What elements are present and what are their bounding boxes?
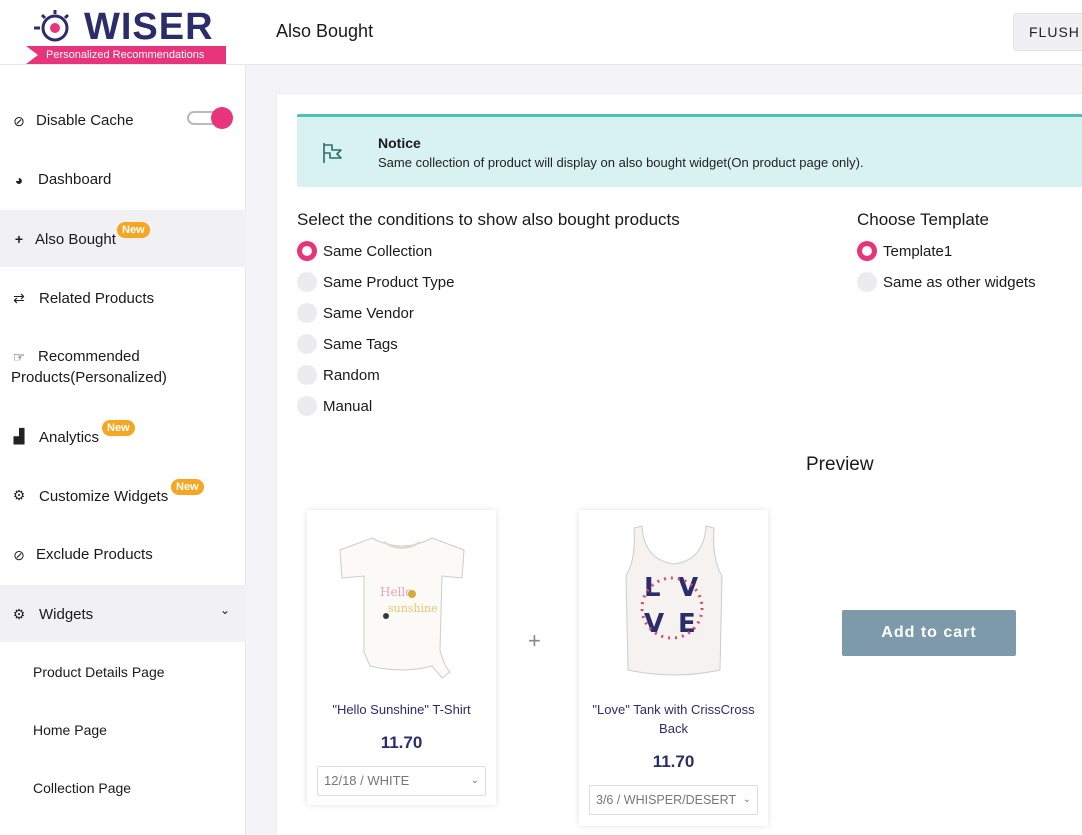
notice-text: Same collection of product will display …	[378, 155, 864, 170]
tank-top-image[interactable]: L V V E	[614, 520, 734, 690]
eye-logo-icon	[34, 10, 70, 42]
page-title: Also Bought	[276, 21, 374, 41]
sidebar-item-label: Analytics	[39, 429, 100, 446]
variant-value: 3/6 / WHISPER/DESERT	[596, 793, 737, 807]
radio-unchecked-icon	[297, 365, 317, 385]
notice-banner: Notice Same collection of product will d…	[297, 114, 1082, 187]
radio-label: Template1	[883, 242, 953, 260]
sidebar-item-dashboard[interactable]: ◕ Dashboard	[0, 151, 246, 207]
radio-template1[interactable]: Template1	[857, 241, 952, 261]
chevron-down-icon: ⌄	[220, 603, 231, 617]
svg-text:L: L	[644, 573, 661, 603]
hand-pointing-icon: ☞	[12, 349, 26, 365]
new-badge: New	[117, 222, 150, 238]
radio-unchecked-icon	[297, 334, 317, 354]
radio-label: Same Tags	[323, 335, 398, 353]
sidebar-item-label-line2: Products(Personalized)	[11, 369, 167, 386]
svg-text:sunshine: sunshine	[388, 602, 438, 615]
product-price: 11.70	[380, 733, 423, 752]
chevron-down-icon: ⌄	[470, 775, 479, 786]
product-price: 11.70	[652, 752, 695, 771]
tshirt-image[interactable]: Hello sunshine	[332, 520, 472, 690]
sidebar-subitem-product-details[interactable]: Product Details Page	[33, 664, 165, 680]
product-card-2: L V V E "Love" Tank with CrissCross Back…	[579, 510, 768, 826]
logo-tagline: Personalized Recommendations	[26, 46, 226, 64]
radio-same-as-other-widgets[interactable]: Same as other widgets	[857, 272, 1036, 292]
sidebar-item-label: Disable Cache	[36, 112, 134, 129]
radio-unchecked-icon	[297, 396, 317, 416]
sidebar-item-recommended-products[interactable]: ☞ Recommended Products(Personalized)	[0, 327, 246, 399]
radio-checked-icon	[297, 241, 317, 261]
notice-title: Notice	[378, 135, 421, 151]
sidebar-item-label: Exclude Products	[36, 546, 153, 563]
flush-button[interactable]: FLUSH	[1013, 13, 1082, 51]
gears-icon: ⚙	[12, 606, 26, 622]
sidebar-subitem-home-page[interactable]: Home Page	[33, 722, 107, 738]
new-badge: New	[171, 479, 204, 495]
logo-wordmark: WISER	[84, 6, 214, 48]
chevron-down-icon: ⌄	[742, 794, 751, 805]
radio-label: Random	[323, 366, 380, 384]
sidebar-item-label: Also Bought	[35, 231, 116, 248]
sidebar-item-analytics[interactable]: ▟ Analytics New	[0, 407, 246, 463]
preview-title: Preview	[806, 454, 874, 475]
radio-checked-icon	[857, 241, 877, 261]
radio-random[interactable]: Random	[297, 365, 380, 385]
sidebar: ⊘ Disable Cache ◕ Dashboard + Also Bough…	[0, 65, 246, 835]
product-name[interactable]: "Love" Tank with CrissCross Back	[579, 700, 768, 738]
gears-icon: ⚙	[12, 487, 26, 503]
add-to-cart-button[interactable]: Add to cart	[842, 610, 1016, 656]
radio-same-product-type[interactable]: Same Product Type	[297, 272, 454, 292]
radio-label: Same Vendor	[323, 304, 414, 322]
retweet-icon: ⇄	[13, 290, 25, 306]
sidebar-item-related-products[interactable]: ⇄ Related Products	[0, 269, 246, 325]
radio-label: Manual	[323, 397, 373, 415]
sidebar-item-disable-cache[interactable]: ⊘ Disable Cache	[0, 93, 246, 149]
sidebar-item-label: Widgets	[39, 606, 94, 623]
sidebar-item-also-bought[interactable]: + Also Bought New	[0, 210, 246, 267]
radio-unchecked-icon	[297, 303, 317, 323]
radio-label: Same Product Type	[323, 273, 455, 291]
svg-text:E: E	[678, 609, 696, 639]
sidebar-item-exclude-products[interactable]: ⊘ Exclude Products	[0, 526, 246, 582]
variant-select[interactable]: 12/18 / WHITE ⌄	[317, 766, 486, 796]
radio-same-collection[interactable]: Same Collection	[297, 241, 432, 261]
variant-select[interactable]: 3/6 / WHISPER/DESERT ⌄	[589, 785, 758, 815]
svg-text:V: V	[678, 573, 698, 603]
radio-label: Same as other widgets	[883, 273, 1036, 291]
conditions-title: Select the conditions to show also bough…	[297, 210, 680, 229]
ban-icon: ⊘	[13, 547, 25, 563]
sidebar-item-label: Related Products	[39, 290, 155, 307]
sidebar-item-label: Customize Widgets	[39, 488, 169, 505]
radio-unchecked-icon	[857, 272, 877, 292]
toggle-knob	[211, 107, 233, 129]
svg-text:Hello: Hello	[380, 585, 412, 599]
top-header: WISER Personalized Recommendations Also …	[0, 0, 1082, 65]
variant-value: 12/18 / WHITE	[324, 773, 410, 788]
area-chart-icon: ▟	[13, 428, 25, 444]
plus-separator: +	[528, 628, 541, 653]
radio-label: Same Collection	[323, 242, 433, 260]
flag-icon	[323, 143, 342, 163]
sidebar-item-customize-widgets[interactable]: ⚙ Customize Widgets New	[0, 466, 246, 522]
radio-manual[interactable]: Manual	[297, 396, 372, 416]
wiser-logo[interactable]: WISER Personalized Recommendations	[26, 6, 226, 64]
template-title: Choose Template	[857, 210, 989, 229]
product-name[interactable]: "Hello Sunshine" T-Shirt	[307, 700, 496, 719]
sidebar-item-widgets[interactable]: ⚙ Widgets ⌄	[0, 585, 246, 642]
product-card-1: Hello sunshine "Hello Sunshine" T-Shirt …	[307, 510, 496, 805]
sidebar-subitem-collection-page[interactable]: Collection Page	[33, 780, 131, 796]
gauge-icon: ◕	[14, 172, 24, 188]
sidebar-item-label: Dashboard	[38, 171, 112, 188]
radio-same-vendor[interactable]: Same Vendor	[297, 303, 414, 323]
new-badge: New	[102, 420, 135, 436]
disable-cache-toggle[interactable]	[187, 107, 233, 129]
sidebar-item-label: Recommended	[38, 348, 140, 365]
plus-icon: +	[14, 231, 24, 247]
radio-same-tags[interactable]: Same Tags	[297, 334, 398, 354]
ban-icon: ⊘	[13, 113, 25, 129]
main-card: Notice Same collection of product will d…	[277, 94, 1082, 835]
radio-unchecked-icon	[297, 272, 317, 292]
